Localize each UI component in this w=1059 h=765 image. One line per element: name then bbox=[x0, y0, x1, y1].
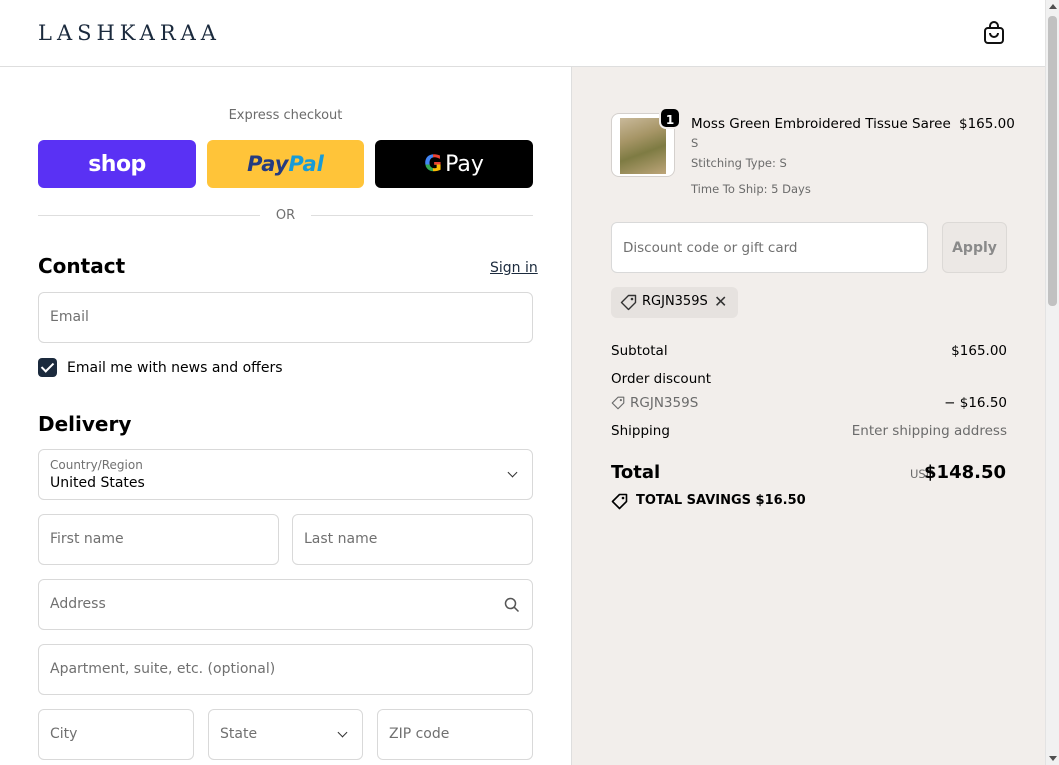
shipping-value: Enter shipping address bbox=[851, 423, 1007, 439]
contact-title: Contact bbox=[38, 254, 126, 278]
address-placeholder: Address bbox=[50, 596, 106, 612]
or-divider: OR bbox=[38, 208, 533, 224]
quantity-badge: 1 bbox=[659, 107, 681, 129]
google-g-icon: G bbox=[424, 151, 443, 177]
city-placeholder: City bbox=[50, 726, 78, 742]
total-label: Total bbox=[611, 462, 661, 483]
scroll-up-arrow-icon[interactable] bbox=[1049, 4, 1057, 9]
last-name-placeholder: Last name bbox=[304, 531, 378, 547]
product-price: $165.00 bbox=[959, 116, 1015, 132]
chevron-down-icon bbox=[507, 467, 518, 478]
city-field[interactable]: City bbox=[38, 709, 194, 760]
sign-in-link[interactable]: Sign in bbox=[490, 260, 538, 276]
discount-placeholder: Discount code or gift card bbox=[623, 240, 798, 256]
country-select[interactable]: Country/Region United States bbox=[38, 449, 533, 500]
newsletter-label: Email me with news and offers bbox=[67, 360, 283, 376]
express-checkout-label: Express checkout bbox=[228, 108, 343, 123]
country-value: United States bbox=[50, 475, 145, 491]
remove-code-icon[interactable]: ✕ bbox=[714, 292, 727, 311]
order-discount-row: Order discount bbox=[611, 371, 1007, 387]
zip-placeholder: ZIP code bbox=[389, 726, 450, 742]
zip-field[interactable]: ZIP code bbox=[377, 709, 533, 760]
product-image bbox=[620, 118, 666, 174]
google-pay-label: Pay bbox=[445, 151, 484, 177]
discount-value: − $16.50 bbox=[944, 395, 1007, 411]
state-select[interactable]: State bbox=[208, 709, 363, 760]
apartment-placeholder: Apartment, suite, etc. (optional) bbox=[50, 661, 276, 677]
total-savings-text: TOTAL SAVINGS $16.50 bbox=[636, 493, 806, 508]
first-name-placeholder: First name bbox=[50, 531, 124, 547]
order-discount-label: Order discount bbox=[611, 371, 712, 387]
product-stitching: Stitching Type: S bbox=[691, 156, 787, 170]
apartment-field[interactable]: Apartment, suite, etc. (optional) bbox=[38, 644, 533, 695]
state-placeholder: State bbox=[220, 726, 258, 742]
subtotal-value: $165.00 bbox=[951, 343, 1007, 359]
page-scrollbar[interactable] bbox=[1045, 0, 1059, 765]
product-variant: S bbox=[691, 136, 699, 150]
order-summary: 1 Moss Green Embroidered Tissue Saree $1… bbox=[571, 67, 1045, 765]
paypal-logo-part2: Pal bbox=[288, 152, 324, 176]
chevron-down-icon bbox=[337, 727, 348, 738]
email-placeholder: Email bbox=[50, 309, 89, 325]
subtotal-row: Subtotal $165.00 bbox=[611, 343, 1007, 359]
subtotal-label: Subtotal bbox=[611, 343, 668, 359]
search-icon[interactable] bbox=[504, 597, 520, 613]
tag-icon bbox=[620, 294, 637, 311]
tag-icon bbox=[611, 493, 628, 510]
shop-pay-button[interactable]: shop bbox=[38, 140, 196, 188]
site-header: LASHKARAA bbox=[0, 0, 1045, 67]
delivery-title: Delivery bbox=[38, 412, 132, 436]
applied-code: RGJN359S bbox=[642, 294, 708, 309]
total-value: $148.50 bbox=[924, 462, 1006, 483]
apply-button[interactable]: Apply bbox=[942, 222, 1007, 273]
paypal-button[interactable]: Pay Pal bbox=[207, 140, 364, 188]
scrollbar-thumb[interactable] bbox=[1048, 16, 1057, 306]
brand-logo[interactable]: LASHKARAA bbox=[38, 21, 221, 45]
email-field[interactable]: Email bbox=[38, 292, 533, 343]
product-name: Moss Green Embroidered Tissue Saree bbox=[691, 116, 951, 132]
paypal-logo-part1: Pay bbox=[247, 152, 289, 176]
newsletter-checkbox[interactable] bbox=[38, 358, 57, 377]
divider-line-right bbox=[311, 215, 533, 216]
google-pay-button[interactable]: G Pay bbox=[375, 140, 533, 188]
scroll-down-arrow-icon[interactable] bbox=[1049, 756, 1057, 761]
tag-icon bbox=[611, 396, 625, 410]
address-field[interactable]: Address bbox=[38, 579, 533, 630]
checkout-form: Express checkout shop Pay Pal G Pay OR Co… bbox=[0, 67, 571, 765]
applied-discount-chip: RGJN359S ✕ bbox=[611, 287, 738, 318]
product-ship-time: Time To Ship: 5 Days bbox=[691, 182, 811, 196]
shop-pay-logo: shop bbox=[88, 151, 146, 177]
shipping-row: Shipping Enter shipping address bbox=[611, 423, 1007, 439]
discount-code-text: RGJN359S bbox=[630, 395, 699, 411]
discount-input[interactable]: Discount code or gift card bbox=[611, 222, 928, 273]
country-label: Country/Region bbox=[50, 458, 143, 472]
shopping-bag-icon[interactable] bbox=[983, 21, 1005, 45]
shipping-label: Shipping bbox=[611, 423, 670, 439]
first-name-field[interactable]: First name bbox=[38, 514, 279, 565]
last-name-field[interactable]: Last name bbox=[292, 514, 533, 565]
